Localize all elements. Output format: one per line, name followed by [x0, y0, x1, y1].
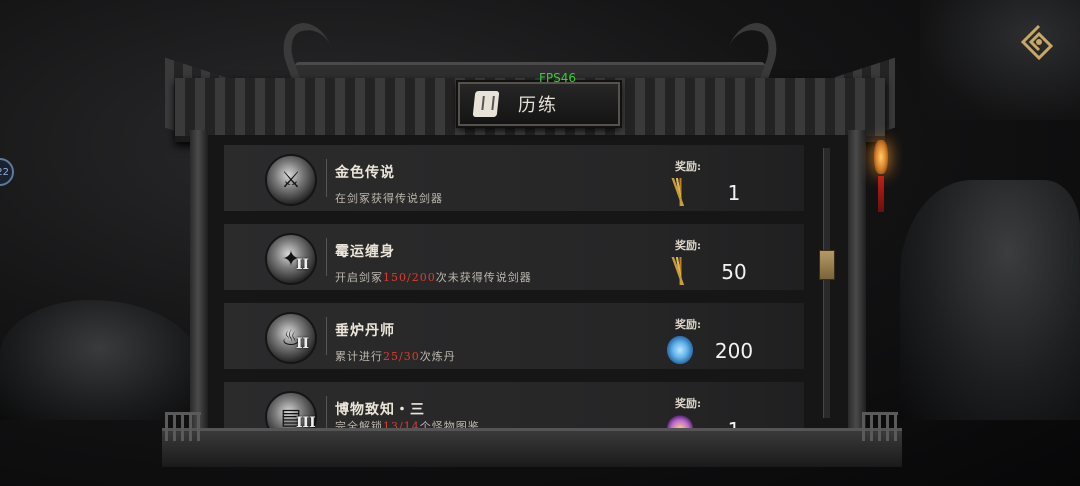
task-row[interactable]: ♨ II 垂炉丹师 累计进行25/30次炼丹 奖励: 200: [224, 303, 804, 369]
task-desc: 开启剑冢150/200次未获得传说剑器: [335, 269, 532, 285]
golden-swords-icon: [667, 178, 693, 206]
reward-value: 200: [714, 339, 754, 363]
furnace-achievement-icon: ♨: [265, 312, 317, 364]
task-desc: 在剑冢获得传说剑器: [335, 190, 443, 206]
task-name: 垂炉丹师: [335, 323, 395, 339]
blue-crystal-icon: [667, 336, 693, 364]
scrollbar-thumb[interactable]: [819, 250, 835, 280]
back-icon[interactable]: [1017, 22, 1057, 62]
task-name: 金色传说: [335, 165, 395, 181]
pavilion-base: [162, 428, 902, 467]
window-title: 历练: [518, 95, 558, 116]
task-name: 霉运缠身: [335, 244, 395, 260]
tier-label: II: [296, 257, 310, 273]
reward-label: 奖励:: [675, 318, 702, 331]
desc-text: 累计进行: [335, 350, 383, 363]
railing-left: [165, 412, 201, 441]
reward-label: 奖励:: [675, 397, 702, 410]
progress-count: 150/200: [383, 271, 436, 284]
lantern-icon: [874, 140, 888, 174]
desc-text: 在剑冢获得传说剑器: [335, 192, 443, 205]
desc-text: 次未获得传说剑器: [435, 271, 532, 284]
task-name: 博物致知・三: [335, 402, 425, 418]
reward-label: 奖励:: [675, 239, 702, 252]
golden-swords-icon: [667, 257, 693, 285]
scrollbar-track[interactable]: [823, 148, 830, 418]
railing-right: [862, 412, 898, 441]
task-row[interactable]: ⚔ 金色传说 在剑冢获得传说剑器 奖励: 1: [224, 145, 804, 211]
desc-text: 开启剑冢: [335, 271, 383, 284]
scroll-icon: [470, 89, 504, 119]
reward-label: 奖励:: [675, 160, 702, 173]
sword-achievement-icon: ⚔: [265, 154, 317, 206]
task-desc: 累计进行25/30次炼丹: [335, 348, 456, 364]
pillar-left: [190, 130, 208, 460]
task-row[interactable]: ✦ II 霉运缠身 开启剑冢150/200次未获得传说剑器 奖励: 50: [224, 224, 804, 290]
sword-crystal-achievement-icon: ✦: [265, 233, 317, 285]
title-plaque: 历练: [458, 82, 620, 126]
reward-value: 50: [721, 260, 747, 284]
rock-right-decoration: [900, 180, 1080, 420]
task-row[interactable]: ▤ III 博物致知・三 完全解锁13/14个怪物图鉴 奖励: 1: [224, 382, 804, 430]
side-badge-value: 22: [0, 166, 9, 178]
reward-value: 1: [727, 181, 741, 205]
tassel-decoration: [878, 176, 884, 212]
progress-count: 25/30: [383, 350, 420, 363]
fps-counter: FPS46: [539, 71, 577, 85]
pillar-right: [848, 130, 866, 460]
desc-text: 次炼丹: [419, 350, 456, 363]
tier-label: II: [296, 336, 310, 352]
